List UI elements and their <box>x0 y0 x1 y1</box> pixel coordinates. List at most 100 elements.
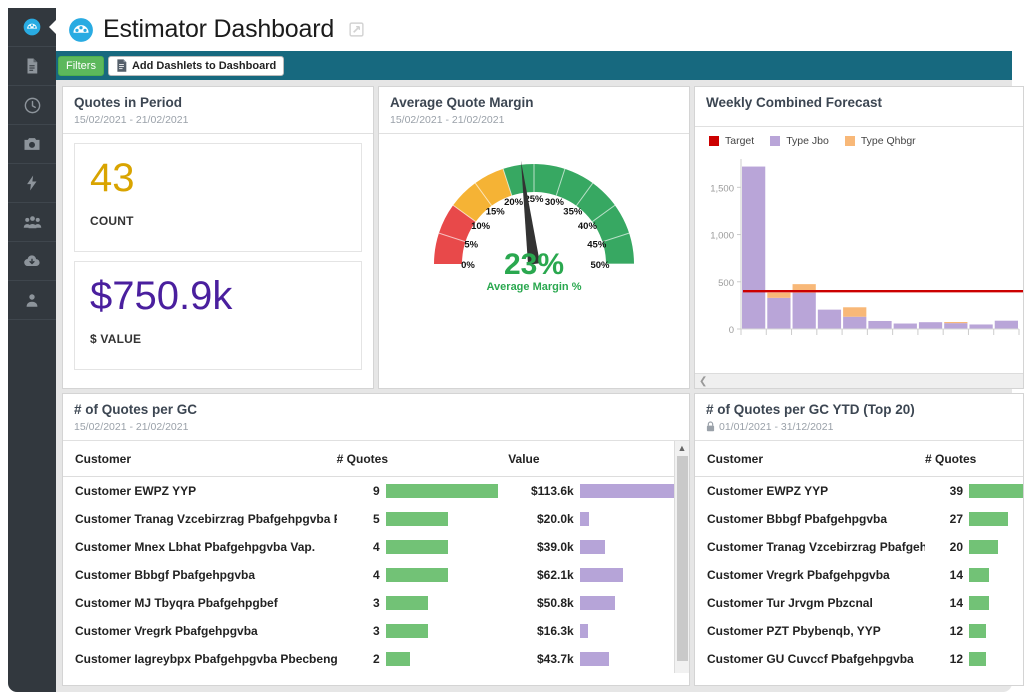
table-header-row: Customer # Quotes <box>695 441 1023 477</box>
lock-icon <box>706 421 715 432</box>
column-header-value[interactable]: Value <box>508 441 689 477</box>
legend-item-type-jbo[interactable]: Type Jbo <box>770 135 829 147</box>
vertical-scrollbar[interactable]: ▲ <box>674 441 689 673</box>
table-row[interactable]: Customer EWPZ YYP9$113.6k <box>63 476 689 505</box>
cell-quotes-bar <box>386 533 509 561</box>
legend-item-target[interactable]: Target <box>709 135 754 147</box>
cell-value: $20.0k <box>508 505 579 533</box>
table-row[interactable]: Customer Vregrk Pbafgehpgvba14 <box>695 561 1023 589</box>
table-row[interactable]: Customer PZT Pbybenqb, YYP12 <box>695 617 1023 645</box>
table-row[interactable]: Customer MJ Tbyqra Pbafgehpgbef3$50.8k <box>63 589 689 617</box>
table-row[interactable]: Customer GU Cuvccf Pbafgehpgvba12 <box>695 645 1023 673</box>
bar-quotes <box>969 484 1023 498</box>
table-row[interactable]: Customer Mnex Lbhat Pbafgehpgvba Vap.4$3… <box>63 533 689 561</box>
date-range-text: 15/02/2021 - 21/02/2021 <box>390 114 504 126</box>
bar-quotes <box>969 512 1008 526</box>
table-row[interactable]: Customer Vregrk Pbafgehpgvba3$16.3k <box>63 617 689 645</box>
scroll-left-icon[interactable]: ❮ <box>699 376 707 387</box>
cell-value: $62.1k <box>508 561 579 589</box>
cell-quotes: 2 <box>337 645 386 673</box>
bar-quotes <box>386 484 498 498</box>
gauge-tick-label: 5% <box>464 239 478 250</box>
y-tick-label: 1,000 <box>710 230 734 241</box>
bar-quotes <box>969 540 998 554</box>
sidebar-item-account[interactable] <box>8 281 56 320</box>
bar-value <box>580 652 609 666</box>
sidebar-item-dashboard[interactable] <box>8 8 56 47</box>
table-row[interactable]: Customer Bbbgf Pbafgehpgvba4$62.1k <box>63 561 689 589</box>
column-header-quotes[interactable]: # Quotes <box>337 441 509 477</box>
cell-quotes-bar <box>969 505 1023 533</box>
date-range-text: 15/02/2021 - 21/02/2021 <box>74 421 188 433</box>
camera-icon <box>22 134 42 154</box>
table-row[interactable]: Customer Iagreybpx Pbafgehpgvba Pbecbeng… <box>63 645 689 673</box>
kpi-count: 43 COUNT <box>74 143 362 252</box>
filters-button[interactable]: Filters <box>58 56 104 76</box>
cell-quotes-bar <box>386 645 509 673</box>
chart-legend: Target Type Jbo Type Qhbgr <box>695 127 1023 151</box>
bar-value <box>580 568 623 582</box>
table-row[interactable]: Customer Tranag Vzcebirzrag Pbafgehpgvba… <box>63 505 689 533</box>
column-header-customer[interactable]: Customer <box>695 441 925 477</box>
clock-icon <box>23 96 42 115</box>
scroll-up-icon[interactable]: ▲ <box>675 441 689 456</box>
table-row[interactable]: Customer Tranag Vzcebirzrag Pbafgehpgvba… <box>695 533 1023 561</box>
cell-quotes: 4 <box>337 561 386 589</box>
cell-customer: Customer Tur Jrvgm Pbzcnal <box>695 589 925 617</box>
cell-quotes-bar <box>969 476 1023 505</box>
panel-header: Average Quote Margin 15/02/2021 - 21/02/… <box>379 87 689 134</box>
scrollbar-thumb[interactable] <box>677 456 688 661</box>
sidebar-item-documents[interactable] <box>8 47 56 86</box>
bar-value <box>580 596 615 610</box>
panel-header: # of Quotes per GC 15/02/2021 - 21/02/20… <box>63 394 689 441</box>
cell-customer: Customer EWPZ YYP <box>63 476 337 505</box>
cell-value-bar <box>580 533 689 561</box>
sidebar-item-actions[interactable] <box>8 164 56 203</box>
users-group-icon <box>22 212 43 233</box>
cell-quotes: 12 <box>925 617 969 645</box>
cell-quotes: 14 <box>925 589 969 617</box>
add-dashlets-button[interactable]: Add Dashlets to Dashboard <box>108 56 284 76</box>
forecast-bar-chart: 05001,0001,500 <box>695 151 1023 351</box>
table-row[interactable]: Customer Bbbgf Pbafgehpgvba27 <box>695 505 1023 533</box>
table-row[interactable]: Customer EWPZ YYP39 <box>695 476 1023 505</box>
gauge-center-label: Average Margin % <box>487 281 582 293</box>
bar-quotes <box>386 512 449 526</box>
edit-square-icon[interactable] <box>348 21 365 38</box>
table-row[interactable]: Customer Tur Jrvgm Pbzcnal14 <box>695 589 1023 617</box>
legend-swatch <box>709 136 719 146</box>
cell-value-bar <box>580 589 689 617</box>
cell-quotes: 3 <box>337 617 386 645</box>
column-header-customer[interactable]: Customer <box>63 441 337 477</box>
panel-title: Quotes in Period <box>74 95 362 112</box>
page-header: Estimator Dashboard <box>56 8 1012 51</box>
sidebar-item-teams[interactable] <box>8 203 56 242</box>
cell-customer: Customer MJ Tbyqra Pbafgehpgbef <box>63 589 337 617</box>
cell-customer: Customer GU Cuvccf Pbafgehpgvba <box>695 645 925 673</box>
cell-quotes-bar <box>386 589 509 617</box>
legend-label: Type Qhbgr <box>861 135 916 147</box>
panel-title: Weekly Combined Forecast <box>706 95 1012 112</box>
gauge-tick-label: 45% <box>587 239 607 250</box>
gauge-tick-label: 15% <box>486 206 506 217</box>
cell-customer: Customer EWPZ YYP <box>695 476 925 505</box>
legend-item-type-qhbgr[interactable]: Type Qhbgr <box>845 135 916 147</box>
sidebar-item-downloads[interactable] <box>8 242 56 281</box>
gauge-chart: 0%5%10%15%20%25%30%35%40%45%50% 23% Aver… <box>379 134 689 374</box>
quotes-per-gc-table: Customer # Quotes Value Customer EWPZ YY… <box>63 441 689 673</box>
column-header-quotes[interactable]: # Quotes <box>925 441 1023 477</box>
bar-value <box>580 512 590 526</box>
cell-value-bar <box>580 505 689 533</box>
cell-value-bar <box>580 645 689 673</box>
panel-header: # of Quotes per GC YTD (Top 20) 01/01/20… <box>695 394 1023 441</box>
cell-quotes: 9 <box>337 476 386 505</box>
cell-quotes: 4 <box>337 533 386 561</box>
sidebar-item-history[interactable] <box>8 86 56 125</box>
date-range-text: 15/02/2021 - 21/02/2021 <box>74 114 188 126</box>
bar-value <box>580 484 678 498</box>
gauge-tick-label: 20% <box>504 197 524 208</box>
sidebar-item-captures[interactable] <box>8 125 56 164</box>
page-title: Estimator Dashboard <box>103 15 334 44</box>
horizontal-scrollbar[interactable]: ❮ <box>695 373 1023 388</box>
dashboard-canvas: Quotes in Period 15/02/2021 - 21/02/2021… <box>56 80 1012 692</box>
